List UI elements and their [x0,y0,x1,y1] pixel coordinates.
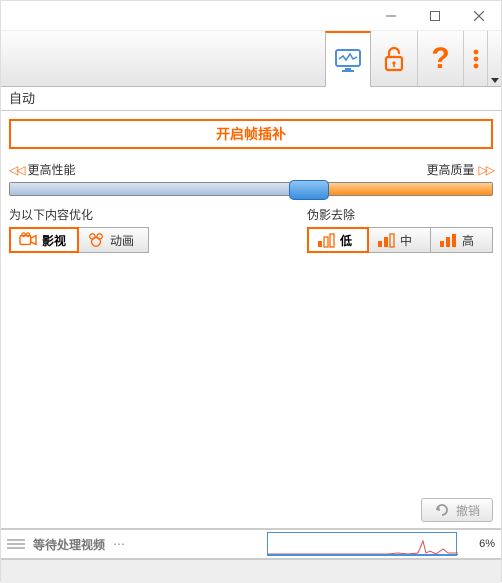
status-bar: 等待处理视频 ⋯ 6% [1,529,501,559]
enable-button-label: 开启帧插补 [216,124,286,144]
menu-icon[interactable] [7,539,25,549]
minimize-button[interactable] [369,1,413,31]
bars-high-icon [439,232,457,248]
slider-fill-left [10,183,309,195]
video-camera-icon [19,232,37,248]
lock-button[interactable] [371,31,417,86]
bars-mid-icon [377,232,395,248]
artifact-removal-group: 伪影去除 低 中 高 [307,206,493,253]
overflow-button[interactable] [463,31,487,86]
bars-low-icon [317,232,335,248]
optimize-option-movie[interactable]: 影视 [9,227,79,253]
window-titlebar [1,1,501,31]
mode-tab-label: 自动 [1,87,501,111]
artifact-option-mid[interactable]: 中 [369,227,431,253]
help-button[interactable]: ? [417,31,463,86]
artifact-option-label: 高 [462,232,474,249]
activity-graph [267,532,457,556]
artifact-group-label: 伪影去除 [307,206,493,223]
slider-fill-right [309,183,492,195]
optimize-option-label: 影视 [42,232,66,249]
undo-label: 撤销 [456,502,480,519]
optimize-option-label: 动画 [110,232,134,249]
slider-thumb[interactable] [289,180,329,200]
mickey-icon [87,232,105,248]
close-button[interactable] [457,1,501,31]
artifact-option-high[interactable]: 高 [431,227,493,253]
optimize-option-animation[interactable]: 动画 [79,227,149,253]
slider-right-label: 更高质量 [427,161,475,178]
optimize-group-label: 为以下内容优化 [9,206,149,223]
ellipsis-icon: ⋯ [113,537,126,551]
top-toolbar: ? [1,31,501,87]
artifact-option-low[interactable]: 低 [307,227,369,253]
enable-frame-interpolation-button[interactable]: 开启帧插补 [9,119,493,149]
maximize-button[interactable] [413,1,457,31]
monitor-icon [333,46,363,74]
slider-left-label: 更高性能 [27,161,75,178]
monitor-tab-button[interactable] [325,31,371,87]
unlock-icon [381,45,407,73]
artifact-option-label: 低 [340,232,352,249]
percent-label: 6% [465,538,495,550]
quality-slider[interactable] [9,182,493,196]
question-icon: ? [431,42,449,76]
chevron-down-icon [491,78,499,84]
optimize-for-group: 为以下内容优化 影视 [9,206,149,253]
main-panel: 开启帧插补 ◁◁ 更高性能 更高质量 ▷▷ 为以下内容优化 [1,111,501,529]
status-text: 等待处理视频 [33,536,105,553]
undo-button[interactable]: 撤销 [421,498,493,522]
arrow-left-icon: ◁◁ [9,163,23,177]
footer-bar [1,559,501,583]
undo-icon [434,504,450,516]
dots-vertical-icon [472,45,480,73]
artifact-option-label: 中 [400,232,412,249]
arrow-right-icon: ▷▷ [479,163,493,177]
dropdown-arrow-button[interactable] [487,31,501,86]
slider-labels: ◁◁ 更高性能 更高质量 ▷▷ [9,161,493,178]
